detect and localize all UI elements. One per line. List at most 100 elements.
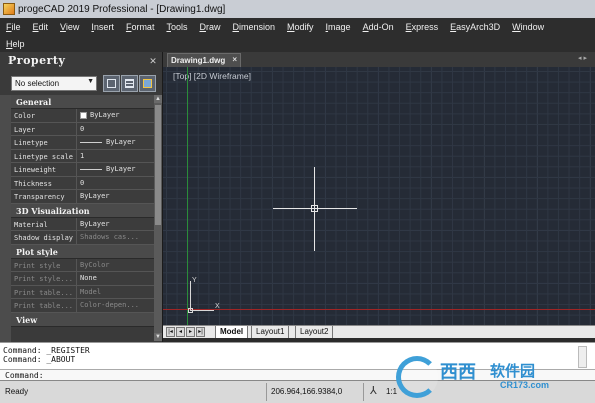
property-row[interactable]: Print style ByColor — [11, 258, 154, 272]
menu-window[interactable]: Window — [506, 22, 550, 32]
watermark-url: CR173.com — [500, 380, 550, 390]
property-value: ByColor — [77, 258, 154, 271]
watermark-text2: 软件园 — [490, 362, 536, 380]
menu-edit[interactable]: Edit — [27, 22, 55, 32]
property-row[interactable]: Print table... Model — [11, 285, 154, 299]
menu-express[interactable]: Express — [400, 22, 445, 32]
pickadd-icon — [143, 79, 152, 88]
status-ready: Ready — [5, 387, 29, 396]
prev-layout-icon[interactable]: ◂ — [176, 327, 185, 337]
property-key: Material — [11, 217, 77, 230]
section-view[interactable]: View — [11, 312, 154, 327]
property-value: Color-depen... — [77, 299, 154, 312]
property-key: Thickness — [11, 176, 77, 189]
property-key: Print table... — [11, 299, 77, 312]
property-row[interactable]: Print style... None — [11, 272, 154, 286]
app-window: progeCAD 2019 Professional - [Drawing1.d… — [0, 0, 595, 403]
menu-insert[interactable]: Insert — [85, 22, 120, 32]
menu-bar: File Edit View Insert Format Tools Draw … — [0, 18, 595, 52]
property-row[interactable]: Linetype scale 1 — [11, 149, 154, 163]
menu-add-on[interactable]: Add-On — [357, 22, 400, 32]
ucs-x-label: X — [215, 303, 220, 310]
selection-value: No selection — [15, 79, 60, 88]
panel-title: Property — [8, 54, 66, 67]
scroll-thumb[interactable] — [155, 105, 161, 225]
window-title: progeCAD 2019 Professional - [Drawing1.d… — [18, 3, 226, 15]
property-key: Color — [11, 109, 77, 122]
last-layout-icon[interactable]: ▸| — [196, 327, 205, 337]
property-value: ByLayer — [77, 163, 154, 176]
selection-dropdown[interactable]: No selection ▼ — [11, 76, 97, 91]
property-row[interactable]: Color ByLayer — [11, 109, 154, 123]
property-row[interactable]: Shadow display Shadows cas... — [11, 231, 154, 245]
property-row[interactable]: Lineweight ByLayer — [11, 163, 154, 177]
scroll-up-icon[interactable]: ▲ — [154, 95, 162, 103]
property-key: Print style — [11, 258, 77, 271]
ucs-origin-icon — [188, 308, 193, 313]
drawing-canvas[interactable]: [Top] [2D Wireframe] Y X — [163, 67, 595, 325]
history-line: Command: _REGISTER — [3, 346, 90, 355]
tab-model[interactable]: Model — [215, 326, 249, 338]
property-value: Model — [77, 285, 154, 298]
history-line: Command: _ABOUT — [3, 355, 76, 364]
section-general[interactable]: General — [11, 95, 154, 109]
property-key: Shadow display — [11, 231, 77, 244]
tab-layout1[interactable]: Layout1 — [251, 326, 290, 338]
property-row[interactable]: Transparency ByLayer — [11, 190, 154, 204]
next-layout-icon[interactable]: ▸ — [186, 327, 195, 337]
toggle-pickadd-button[interactable] — [139, 75, 156, 92]
menu-modify[interactable]: Modify — [281, 22, 320, 32]
command-prompt-label: Command: — [5, 371, 44, 380]
property-key: Transparency — [11, 190, 77, 203]
watermark-logo-icon — [396, 356, 438, 398]
section-3d-visualization[interactable]: 3D Visualization — [11, 203, 154, 218]
tab-scroll-arrows-icon[interactable]: ◂ ▸ — [578, 54, 587, 62]
color-swatch-icon — [80, 111, 87, 119]
view-label[interactable]: [Top] [2D Wireframe] — [173, 71, 251, 81]
tab-drawing1[interactable]: Drawing1.dwg × — [167, 53, 241, 67]
quick-select-button[interactable] — [103, 75, 120, 92]
panel-scrollbar[interactable]: ▲ ▼ — [154, 95, 162, 341]
command-history: Command: _REGISTER Command: _ABOUT — [3, 346, 90, 364]
close-tab-icon[interactable]: × — [232, 55, 237, 64]
panel-close-icon[interactable]: ✕ — [148, 56, 158, 66]
ucs-x-line — [190, 310, 214, 311]
annotation-scale-icon[interactable]: ⅄ — [370, 385, 382, 397]
property-value: ByLayer — [77, 109, 154, 122]
title-bar: progeCAD 2019 Professional - [Drawing1.d… — [0, 0, 595, 18]
chevron-down-icon: ▼ — [87, 78, 94, 85]
doc-tab-label: Drawing1.dwg — [171, 56, 226, 65]
select-objects-button[interactable] — [121, 75, 138, 92]
property-value: ByLayer — [77, 217, 154, 230]
menu-tools[interactable]: Tools — [160, 22, 193, 32]
progecad-app-icon[interactable] — [3, 3, 15, 15]
menu-view[interactable]: View — [54, 22, 85, 32]
property-value: 1 — [77, 149, 154, 162]
menu-dimension[interactable]: Dimension — [226, 22, 281, 32]
property-key: Print table... — [11, 285, 77, 298]
menu-image[interactable]: Image — [320, 22, 357, 32]
property-row[interactable]: Material ByLayer — [11, 217, 154, 231]
site-watermark: 西西 软件园 CR173.com — [390, 352, 595, 402]
first-layout-icon[interactable]: |◂ — [166, 327, 175, 337]
menu-format[interactable]: Format — [120, 22, 161, 32]
property-panel: Property ✕ No selection ▼ General Color B… — [0, 52, 163, 342]
menu-draw[interactable]: Draw — [193, 22, 226, 32]
menu-easyarch3d[interactable]: EasyArch3D — [444, 22, 506, 32]
property-value: 0 — [77, 122, 154, 135]
property-row[interactable]: Print table... Color-depen... — [11, 299, 154, 313]
panel-left-strip — [0, 95, 11, 342]
lineweight-sample-icon — [80, 168, 102, 170]
coordinate-readout[interactable]: 206.964,166.9384,0 — [266, 383, 364, 401]
menu-file[interactable]: File — [0, 22, 27, 32]
property-grid: General Color ByLayer Layer 0 Linetype ByLa… — [11, 95, 154, 341]
property-key: Lineweight — [11, 163, 77, 176]
section-plot-style[interactable]: Plot style — [11, 244, 154, 259]
property-row[interactable]: Linetype ByLayer — [11, 136, 154, 150]
property-row[interactable]: Thickness 0 — [11, 176, 154, 190]
property-row[interactable]: Layer 0 — [11, 122, 154, 136]
property-key: Print style... — [11, 272, 77, 285]
tab-layout2[interactable]: Layout2 — [295, 326, 334, 338]
menu-help[interactable]: Help — [0, 39, 31, 49]
scroll-down-icon[interactable]: ▼ — [154, 333, 162, 341]
